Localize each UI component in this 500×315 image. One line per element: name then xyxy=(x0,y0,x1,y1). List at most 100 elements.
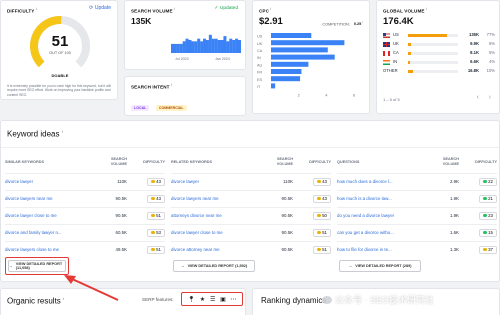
map-pin-icon[interactable]: 📍︎ xyxy=(187,296,195,303)
country-volume: 8.1K xyxy=(470,50,479,55)
volume-bar xyxy=(171,43,174,53)
keyword-ideas-info-icon[interactable]: i xyxy=(62,129,63,134)
difficulty-out-of: OUT OF 100 xyxy=(49,51,71,55)
cpc-label: CPC xyxy=(259,8,269,14)
more-icon[interactable]: ⋯ xyxy=(231,296,237,303)
keyword-volume: 1.9K xyxy=(449,196,459,201)
keyword-link[interactable]: can you get a divorce witho... xyxy=(337,224,433,241)
organic-results-title: Organic results xyxy=(7,296,61,306)
similar-keywords-panel: SIMILAR KEYWORDS SEARCH VOLUME DIFFICULT… xyxy=(5,151,165,258)
kd-value: 51 xyxy=(322,230,327,235)
view-questions-report-button[interactable]: → VIEW DETAILED REPORT (289) xyxy=(339,260,421,272)
volume-bar xyxy=(191,41,195,53)
button-label: VIEW DETAILED REPORT (289) xyxy=(355,264,412,268)
view-similar-report-button[interactable]: → VIEW DETAILED REPORT (11,058) xyxy=(8,260,66,272)
cpc-info-icon[interactable]: i xyxy=(270,7,271,11)
table-row: can you get a divorce witho... 1.6K 15 xyxy=(337,224,497,241)
kd-value: 37 xyxy=(488,247,493,253)
search-intent-card: SEARCH INTENT i LOCAL COMMERCIAL xyxy=(124,76,246,116)
kd-value: 22 xyxy=(488,179,493,184)
share-track xyxy=(408,69,458,73)
divider xyxy=(1,147,499,148)
intent-tag-commercial: COMMERCIAL xyxy=(155,105,187,111)
country-code: US xyxy=(393,32,399,37)
pager-next-button[interactable]: › xyxy=(489,94,491,101)
competition-info-icon[interactable]: i xyxy=(362,20,363,24)
competition-label: COMPETITION: xyxy=(322,22,350,27)
volume-bar xyxy=(173,43,177,53)
col-difficulty[interactable]: DIFFICULTY xyxy=(293,151,331,173)
keyword-link[interactable]: how to file for divorce in te... xyxy=(337,241,433,258)
cpc-bar xyxy=(271,76,301,82)
keyword-link[interactable]: divorce and family lawyer n... xyxy=(5,224,101,241)
keyword-link[interactable]: divorce lawyer xyxy=(171,173,267,190)
kd-value: 43 xyxy=(322,179,327,184)
col-questions: QUESTIONS xyxy=(337,159,360,164)
volume-bar xyxy=(197,38,201,53)
keyword-link[interactable]: divorce lawyer xyxy=(5,173,101,190)
col-difficulty[interactable]: DIFFICULTY xyxy=(459,151,497,173)
global-row: OTHER 16.8K 10% xyxy=(383,67,495,76)
kd-badge: 50 xyxy=(313,211,331,220)
keyword-link[interactable]: divorce lawyers near me xyxy=(171,190,267,207)
list-icon[interactable]: ☰ xyxy=(210,296,215,303)
wechat-icon xyxy=(322,295,332,304)
difficulty-info-icon[interactable]: i xyxy=(36,7,37,11)
share-bar xyxy=(408,69,413,73)
table-row: divorce lawyer 110K 43 xyxy=(5,173,165,190)
volume-bar xyxy=(182,41,186,53)
col-similar-keywords: SIMILAR KEYWORDS xyxy=(5,159,45,164)
cpc-country-label: UK xyxy=(257,42,263,46)
kd-value: 23 xyxy=(488,213,493,218)
search-volume-card: SEARCH VOLUME i ✓ Updated 135K Jul 2023 … xyxy=(124,0,246,70)
volume-bar xyxy=(208,34,212,53)
keyword-link[interactable]: divorce lawyer close to me xyxy=(5,207,101,224)
global-row: US 135K 77% xyxy=(383,31,495,40)
col-search-volume[interactable]: SEARCH VOLUME xyxy=(267,151,293,173)
keyword-volume: 2.9K xyxy=(449,179,459,184)
difficulty-update-button[interactable]: ⟳ Update xyxy=(89,5,111,11)
search-volume-info-icon[interactable]: i xyxy=(174,7,175,11)
country-percent: 77% xyxy=(486,32,495,37)
col-search-volume[interactable]: SEARCH VOLUME xyxy=(101,151,127,173)
global-volume-card: GLOBAL VOLUME i 176.4K US 135K 77% UK 9.… xyxy=(376,0,500,114)
view-related-report-button[interactable]: → VIEW DETAILED REPORT (1,592) xyxy=(173,260,255,272)
keyword-link[interactable]: attorneys divorce near me xyxy=(171,207,267,224)
country-volume: 6.6K xyxy=(470,59,479,64)
table-row: how much does a divorce l... 2.9K 22 xyxy=(337,173,497,190)
kd-badge: 37 xyxy=(479,245,497,254)
keyword-link[interactable]: divorce attorney near me xyxy=(171,241,267,258)
global-volume-info-icon[interactable]: i xyxy=(426,7,427,11)
search-volume-label: SEARCH VOLUME xyxy=(131,8,173,14)
star-icon[interactable]: ★ xyxy=(200,296,205,303)
country-code: CA xyxy=(393,50,399,55)
keyword-link[interactable]: how much is a divorce law... xyxy=(337,190,433,207)
search-intent-info-icon[interactable]: i xyxy=(171,83,172,87)
in-flag-icon xyxy=(383,59,390,65)
pager-prev-button[interactable]: ‹ xyxy=(477,94,479,101)
keyword-volume: 90.5K xyxy=(281,247,293,253)
cpc-bar xyxy=(271,61,309,67)
keyword-link[interactable]: how much does a divorce l... xyxy=(337,173,433,190)
kd-badge: 43 xyxy=(313,194,331,203)
keyword-link[interactable]: divorce lawyers near me xyxy=(5,190,101,207)
table-row: divorce lawyer close to me 90.5K 51 xyxy=(5,207,165,224)
col-difficulty[interactable]: DIFFICULTY xyxy=(127,151,165,173)
cpc-chart: US UK CA IN AU FR ES IT 2 4 6 xyxy=(257,33,355,98)
keyword-volume: 110K xyxy=(283,179,293,184)
search-volume-tick-1: Jan 2024 xyxy=(215,57,230,61)
volume-bar xyxy=(211,38,215,53)
kd-value: 43 xyxy=(322,196,327,201)
table-row: divorce lawyers close to me 49.5K 51 xyxy=(5,241,165,258)
keyword-link[interactable]: divorce lawyers close to me xyxy=(5,241,101,258)
country-percent: 5% xyxy=(488,50,495,55)
keyword-volume: 60.5K xyxy=(115,230,127,235)
keyword-volume: 90.5K xyxy=(281,196,293,201)
country-code: UK xyxy=(393,41,399,46)
keyword-link[interactable]: divorce lawyer close to me xyxy=(171,224,267,241)
image-icon[interactable]: ▣ xyxy=(220,296,226,303)
col-search-volume[interactable]: SEARCH VOLUME xyxy=(433,151,459,173)
keyword-link[interactable]: do you need a divorce lawyer xyxy=(337,207,433,224)
organic-info-icon[interactable]: i xyxy=(63,296,64,301)
search-volume-value: 135K xyxy=(131,16,152,26)
